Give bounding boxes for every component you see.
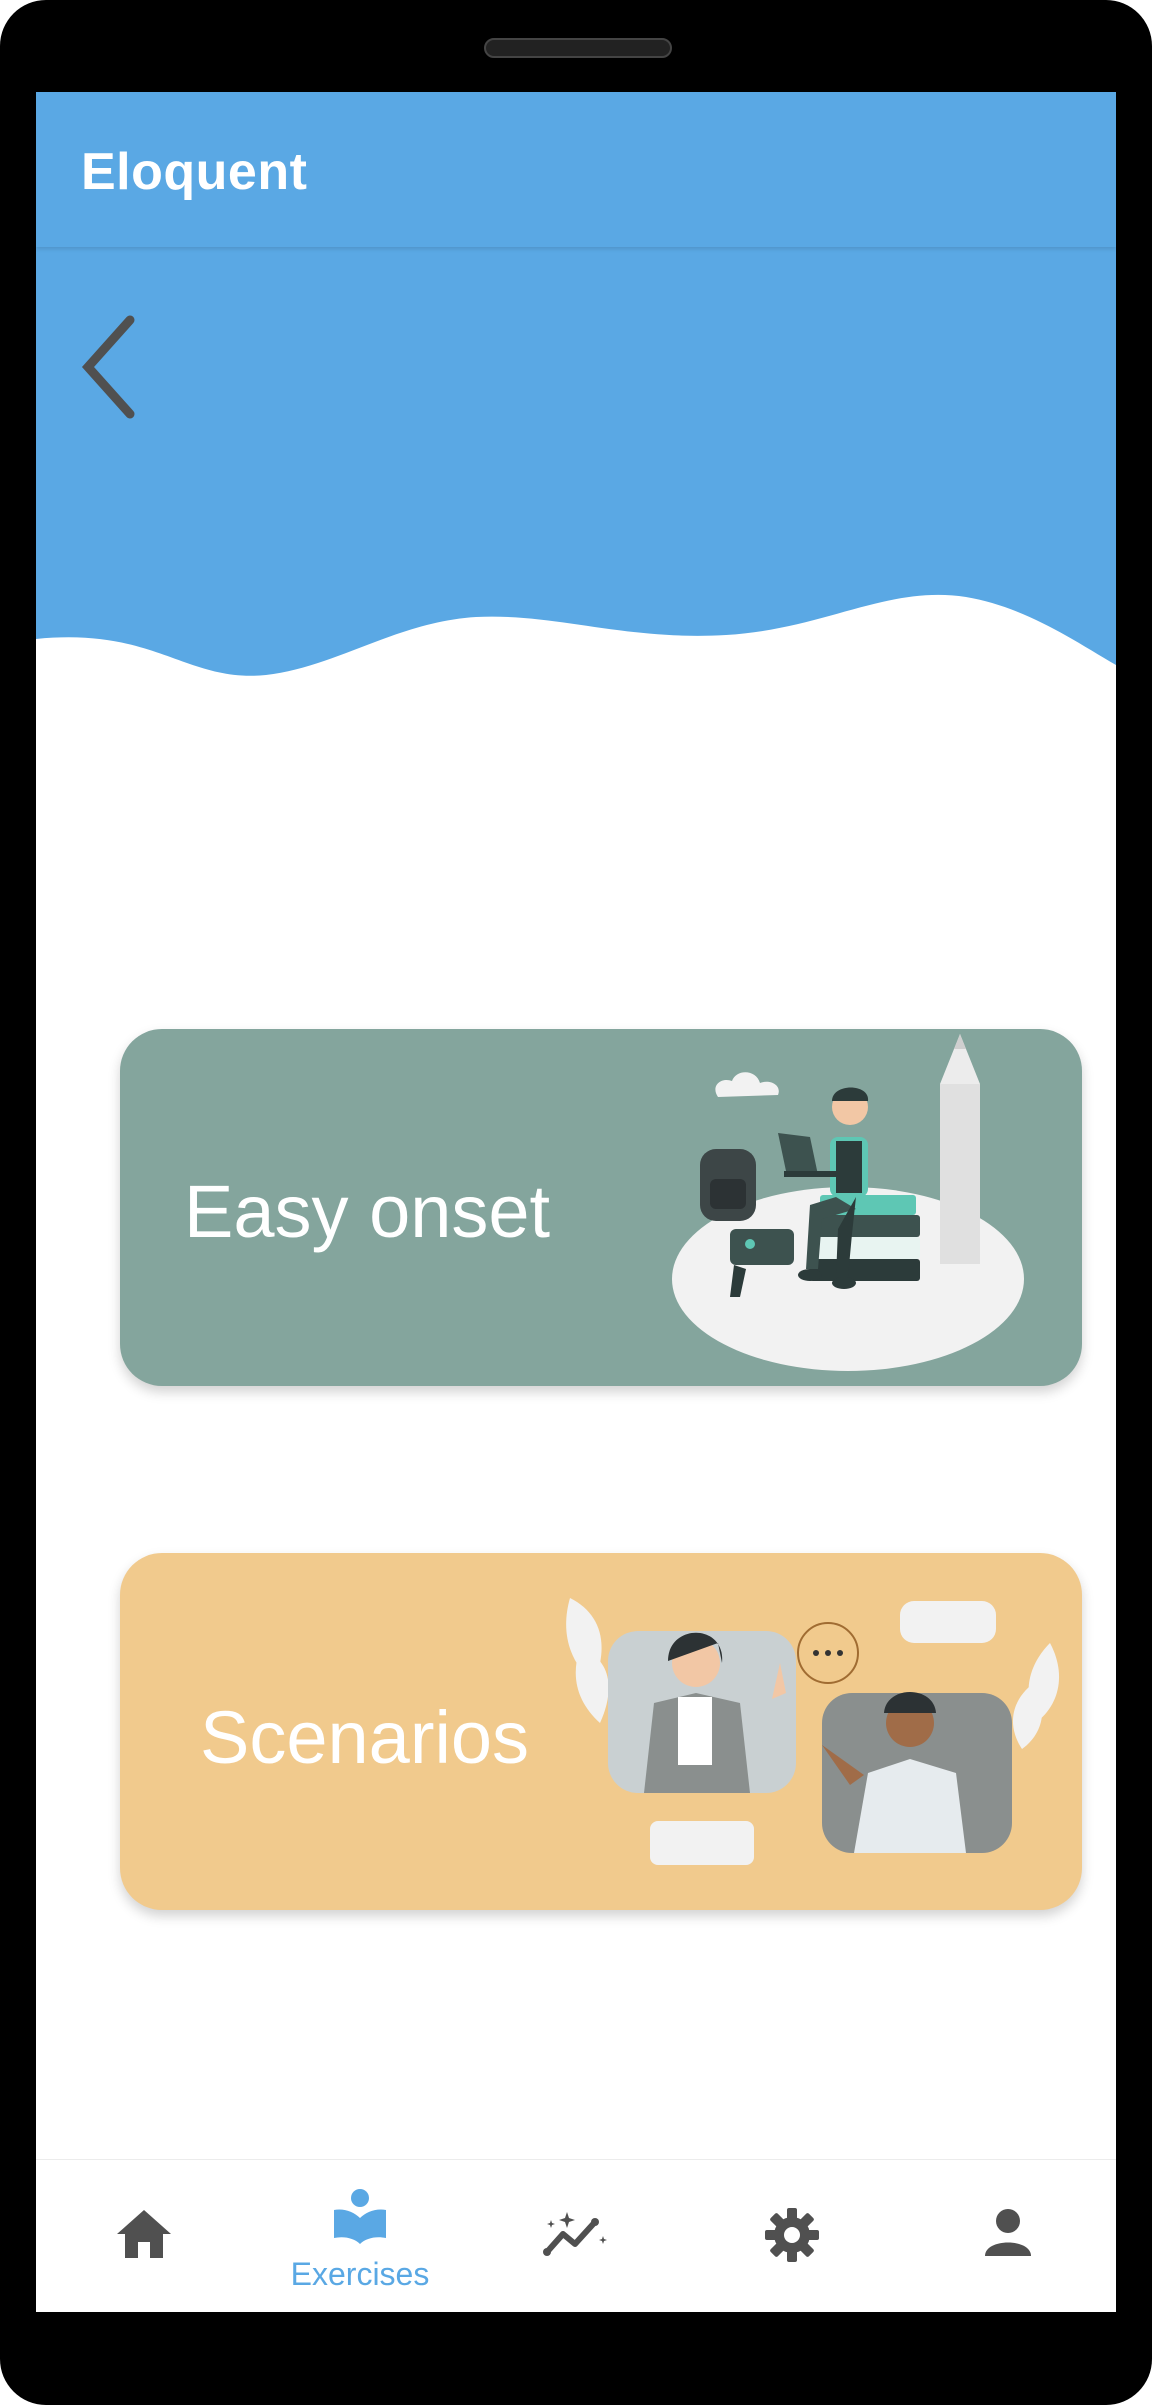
nav-profile[interactable] xyxy=(900,2160,1116,2312)
phone-frame: Eloquent Easy onset Scenarios Exercises xyxy=(0,0,1152,2405)
nav-home[interactable] xyxy=(36,2160,252,2312)
scenarios-card[interactable]: Scenarios xyxy=(120,1553,1082,1910)
nav-progress[interactable] xyxy=(468,2160,684,2312)
student-on-books-illustration xyxy=(672,1034,1024,1371)
nav-exercises[interactable]: Exercises xyxy=(252,2160,468,2312)
progress-chart-icon xyxy=(543,2212,607,2256)
bottom-navigation: Exercises xyxy=(36,2159,1116,2312)
home-icon xyxy=(117,2210,171,2258)
conversation-illustration xyxy=(566,1598,1060,1865)
exercises-book-icon xyxy=(334,2189,386,2244)
nav-exercises-label: Exercises xyxy=(290,2256,430,2292)
easy-onset-label: Easy onset xyxy=(184,1170,551,1253)
wave-header xyxy=(36,247,1116,676)
scenarios-label: Scenarios xyxy=(200,1696,530,1779)
app-title: Eloquent xyxy=(81,143,308,201)
profile-person-icon xyxy=(985,2209,1031,2256)
back-chevron-icon[interactable] xyxy=(74,312,144,422)
nav-settings[interactable] xyxy=(684,2160,900,2312)
settings-gear-icon xyxy=(765,2208,819,2262)
easy-onset-card[interactable]: Easy onset xyxy=(120,1029,1082,1386)
phone-speaker xyxy=(484,38,672,58)
app-screen: Eloquent Easy onset Scenarios Exercises xyxy=(36,92,1116,2312)
app-bar: Eloquent xyxy=(36,92,1116,247)
